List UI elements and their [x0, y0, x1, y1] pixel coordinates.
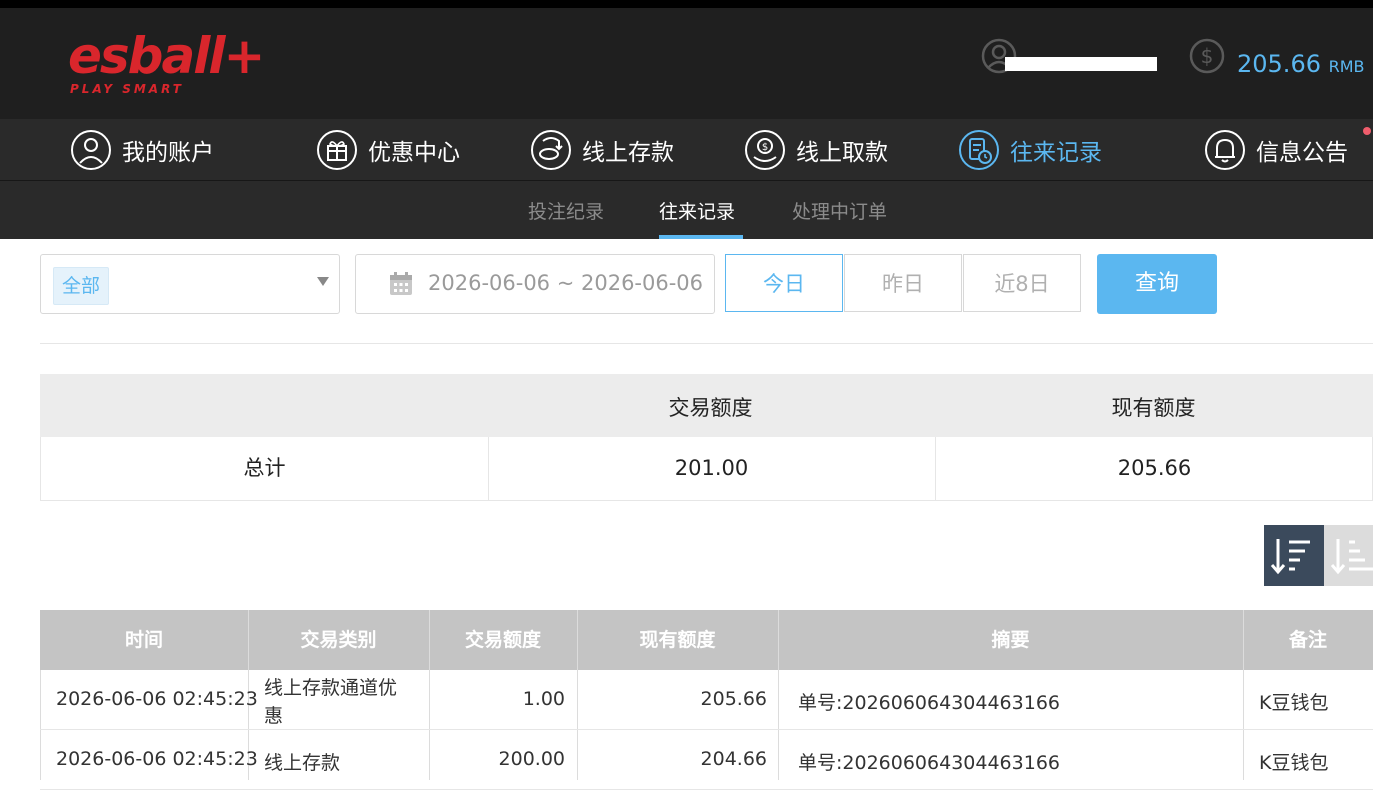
cell-amount: 1.00: [522, 688, 565, 710]
summary-header-cell: 现有额度: [1111, 396, 1196, 420]
subtab-transactions[interactable]: 往来记录: [659, 197, 735, 224]
subtab-pending-orders[interactable]: 处理中订单: [792, 197, 887, 224]
col-summary-header[interactable]: 摘要: [778, 610, 1243, 670]
nav-promotions[interactable]: 优惠中心: [316, 119, 460, 180]
summary-header-cell: 交易额度: [668, 396, 753, 420]
withdraw-icon: $: [745, 129, 785, 170]
top-strip: [0, 0, 1373, 8]
svg-text:$: $: [762, 142, 768, 153]
deposit-icon: [531, 129, 571, 170]
nav-label: 信息公告: [1256, 139, 1348, 166]
table-row: 2026-06-06 02:45:23 线上存款通道优惠 1.00 205.66…: [40, 670, 1373, 730]
nav-announcements[interactable]: 信息公告: [1204, 119, 1348, 180]
bell-icon: [1205, 129, 1245, 170]
balance-currency: RMB: [1328, 57, 1365, 76]
quick-today-button[interactable]: 今日: [725, 254, 843, 312]
summary-cell: 201.00: [674, 456, 749, 480]
cell-time: 2026-06-06 02:45:23: [56, 748, 258, 770]
nav-label: 优惠中心: [368, 139, 460, 166]
col-amount-header[interactable]: 交易额度: [429, 610, 577, 670]
nav-label: 线上取款: [796, 139, 888, 166]
table-header: 时间 交易类别 交易额度 现有额度 摘要 备注: [40, 610, 1373, 670]
calendar-icon: [390, 272, 412, 295]
date-range-picker[interactable]: 2026-06-06 ~ 2026-06-06: [355, 254, 715, 314]
notification-dot: [1363, 127, 1371, 135]
main-nav: 我的账户 优惠中心 线上存款 $ 线上取款 往来记录 信息公告: [0, 119, 1373, 181]
cell-note: K豆钱包: [1259, 752, 1329, 774]
sort-descending-icon: [1270, 539, 1310, 575]
summary-row: 总计 201.00 205.66: [40, 437, 1373, 501]
header: esball+ PLAY SMART $ 205.66 RMB: [0, 8, 1373, 119]
cell-balance: 204.66: [700, 748, 767, 770]
subtab-underline: [659, 235, 743, 239]
divider: [40, 343, 1373, 344]
cell-time: 2026-06-06 02:45:23: [56, 688, 258, 710]
type-selected-chip[interactable]: 全部: [53, 267, 110, 305]
query-button[interactable]: 查询: [1097, 254, 1217, 314]
sort-asc-button[interactable]: [1324, 525, 1373, 586]
quick-yesterday-button[interactable]: 昨日: [844, 254, 962, 312]
svg-text:$: $: [1201, 44, 1214, 68]
col-balance-header[interactable]: 现有额度: [577, 610, 778, 670]
cell-summary: 单号:202606064304463166: [798, 692, 1060, 714]
quick-last8days-button[interactable]: 近8日: [963, 254, 1081, 312]
summary-table: 交易额度 现有额度 总计 201.00 205.66: [40, 374, 1373, 501]
balance-icon: $: [1189, 38, 1225, 74]
nav-deposit[interactable]: 线上存款: [530, 119, 674, 180]
username: [1005, 57, 1157, 71]
chevron-down-icon: [317, 277, 329, 286]
nav-label: 我的账户: [122, 139, 214, 166]
gift-icon: [317, 129, 357, 170]
col-note-header[interactable]: 备注: [1243, 610, 1373, 670]
logo-text: esball+: [68, 27, 265, 85]
nav-my-account[interactable]: 我的账户: [70, 119, 214, 180]
nav-withdraw[interactable]: $ 线上取款: [744, 119, 888, 180]
logo-tagline: PLAY SMART: [70, 82, 184, 96]
table-row: 2026-06-06 02:45:23 线上存款 200.00 204.66 单…: [40, 730, 1373, 790]
date-range-value: 2026-06-06 ~ 2026-06-06: [428, 271, 704, 295]
balance-value: 205.66: [1237, 50, 1321, 78]
cell-balance: 205.66: [700, 688, 767, 710]
balance-display: 205.66 RMB: [1237, 50, 1365, 78]
subtab-bet-records[interactable]: 投注纪录: [528, 197, 604, 224]
nav-label: 往来记录: [1010, 139, 1102, 166]
summary-cell: 205.66: [1117, 456, 1192, 480]
summary-header: 交易额度 现有额度: [40, 374, 1373, 437]
type-select[interactable]: 全部: [40, 254, 340, 314]
brand-logo[interactable]: esball+ PLAY SMART: [68, 27, 265, 96]
user-icon: [71, 129, 111, 170]
nav-records[interactable]: 往来记录: [958, 119, 1102, 180]
nav-label: 线上存款: [582, 139, 674, 166]
col-time-header[interactable]: 时间: [40, 610, 248, 670]
cell-summary: 单号:202606064304463166: [798, 752, 1060, 774]
cell-note: K豆钱包: [1259, 692, 1329, 714]
sort-ascending-icon: [1330, 539, 1373, 575]
record-icon: [959, 129, 999, 170]
sub-nav: 投注纪录 往来记录 处理中订单: [0, 181, 1373, 239]
cell-type: 线上存款: [264, 752, 341, 774]
cell-amount: 200.00: [498, 748, 565, 770]
col-type-header[interactable]: 交易类别: [248, 610, 429, 670]
sort-desc-button[interactable]: [1264, 525, 1324, 586]
cell-type: 线上存款通道优惠: [264, 677, 398, 727]
summary-cell: 总计: [243, 456, 286, 480]
